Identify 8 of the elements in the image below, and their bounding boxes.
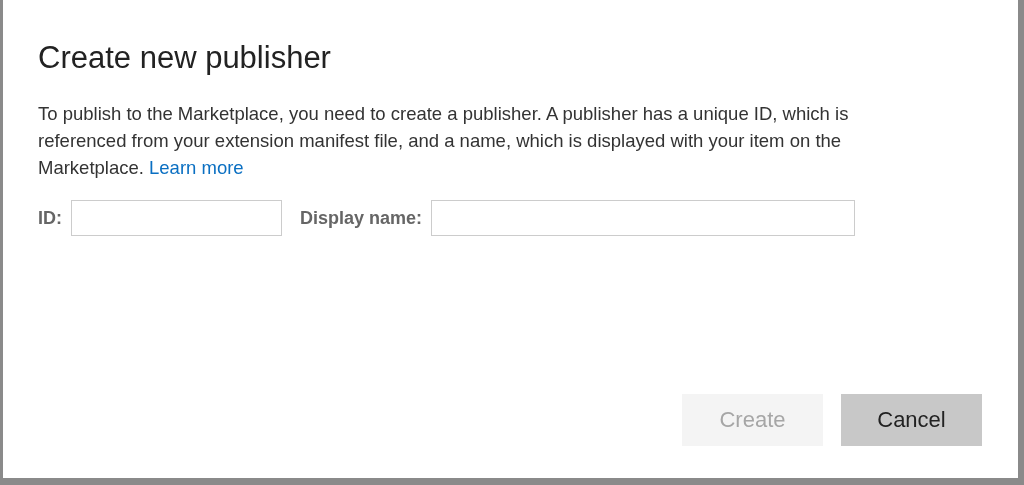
dialog-title: Create new publisher [38, 39, 332, 77]
learn-more-link[interactable]: Learn more [149, 157, 244, 178]
input-field[interactable] [431, 200, 856, 236]
field-label: Display name: [300, 207, 423, 229]
cancel-button[interactable]: Cancel [841, 394, 982, 446]
input-field[interactable] [71, 200, 282, 236]
description-text: To publish to the Marketplace, you need to create a publisher. A publisher has a unique ID, which is referenced from your extension manifest file, and a name, which is displayed with your item on the Marketplace. Learn more [38, 102, 850, 180]
field-label: ID: [38, 207, 62, 229]
